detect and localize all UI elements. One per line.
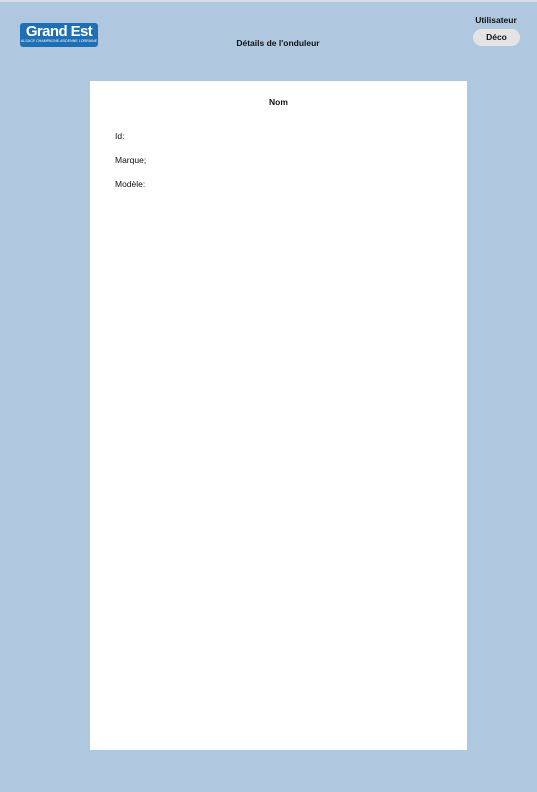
grand-est-logo[interactable]: Grand Est ALSACE CHAMPAGNE-ARDENNE LORRA…: [20, 23, 98, 47]
card-title: Nom: [269, 97, 288, 107]
field-brand: Marque;: [115, 155, 146, 165]
field-id-label: Id:: [115, 131, 125, 141]
field-model-label: Modèle:: [115, 179, 146, 189]
logout-button[interactable]: Déco: [473, 29, 520, 46]
field-model: Modèle:: [115, 179, 145, 189]
field-brand-label: Marque;: [115, 155, 147, 165]
inverter-detail-card: Nom Id: Marque; Modèle:: [90, 81, 467, 750]
user-name-label: Utilisateur: [475, 15, 517, 25]
logo-tagline: ALSACE CHAMPAGNE-ARDENNE LORRAINE: [20, 39, 98, 43]
page-title: Détails de l'onduleur: [236, 38, 320, 48]
field-id: Id:: [115, 131, 124, 141]
logo-wordmark: Grand Est: [25, 23, 93, 40]
window-top-edge: [0, 0, 537, 2]
